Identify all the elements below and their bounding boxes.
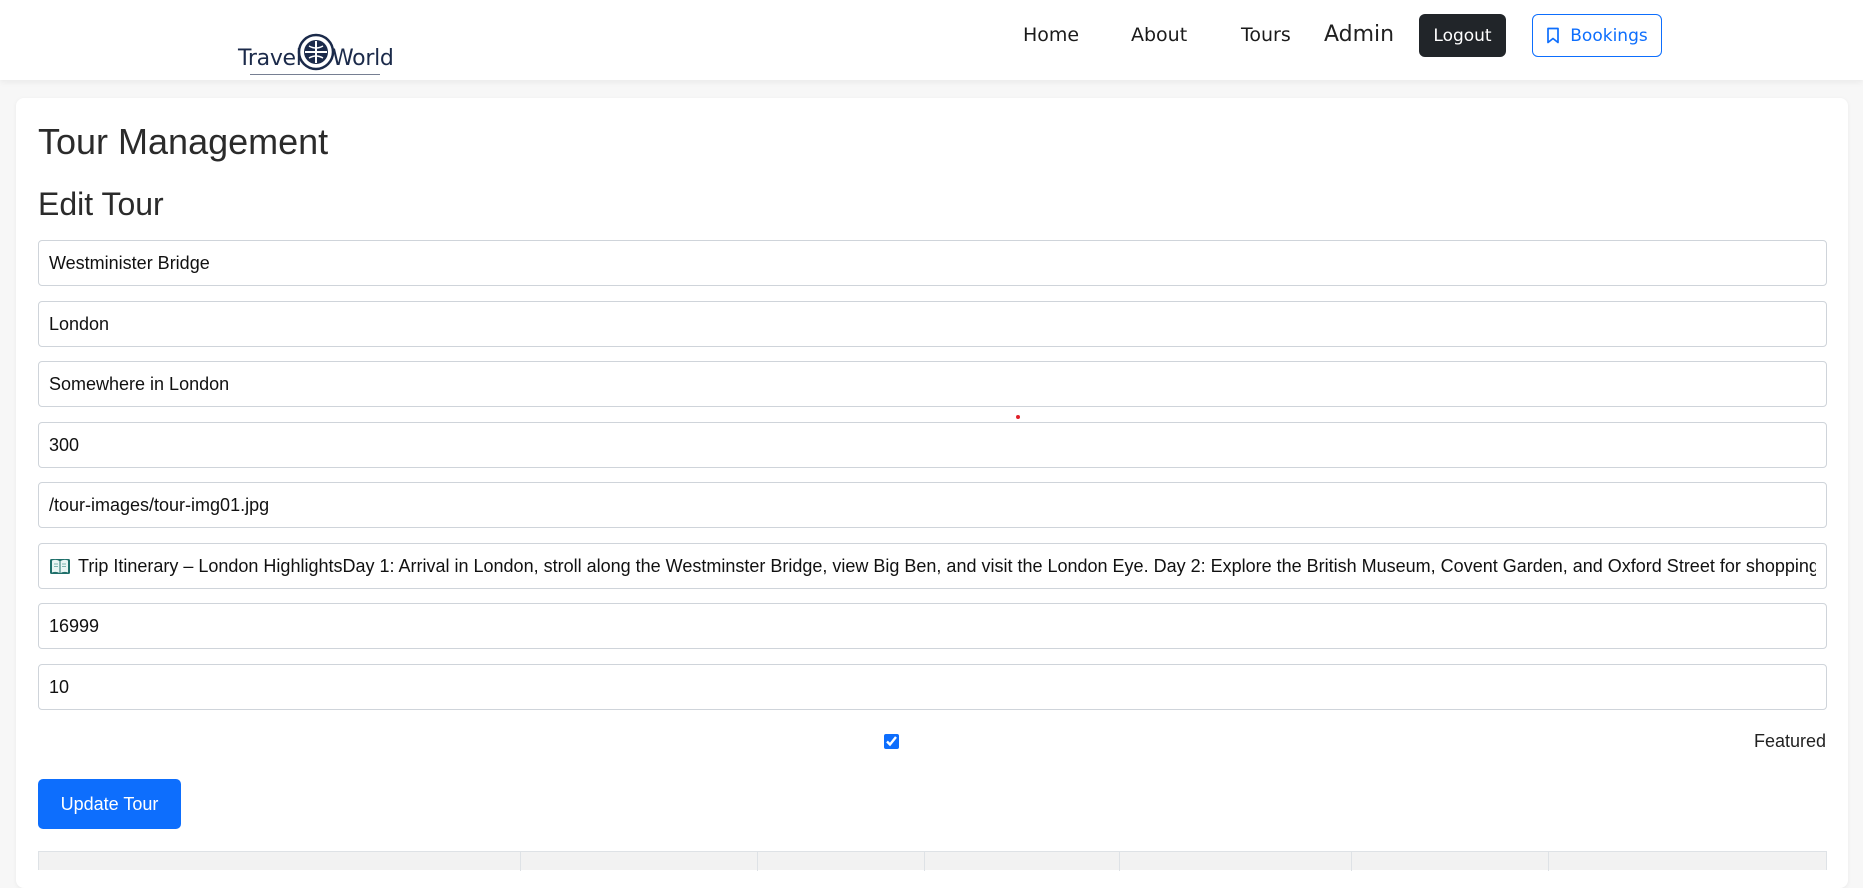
featured-checkbox[interactable] — [884, 734, 899, 749]
bookings-button-label: Bookings — [1570, 25, 1648, 46]
travel-world-logo[interactable]: Travel World — [236, 30, 396, 78]
itinerary-input[interactable]: Trip Itinerary – London HighlightsDay 1:… — [38, 543, 1827, 589]
photo-path-input[interactable] — [38, 482, 1827, 528]
cursor-marker — [1016, 415, 1020, 419]
open-book-icon — [50, 559, 70, 574]
max-group-size-input[interactable] — [38, 664, 1827, 710]
admin-label: Admin — [1324, 22, 1395, 47]
bookings-button[interactable]: Bookings — [1532, 14, 1662, 57]
logo-underline — [250, 74, 380, 75]
featured-label: Featured — [1753, 731, 1826, 751]
top-navbar: Travel World Home About Tours Admin Logo… — [0, 0, 1863, 80]
page-title: Tour Management — [38, 121, 329, 162]
update-tour-button[interactable]: Update Tour — [38, 779, 181, 829]
logo-text-world: World — [332, 46, 394, 71]
tour-title-input[interactable] — [38, 240, 1827, 286]
price-input[interactable] — [38, 603, 1827, 649]
section-title-edit-tour: Edit Tour — [38, 186, 164, 222]
logout-button[interactable]: Logout — [1419, 14, 1506, 57]
nav-about[interactable]: About — [1131, 24, 1187, 46]
table-column-divider — [520, 852, 521, 871]
logo-text-travel: Travel — [238, 46, 302, 71]
city-input[interactable] — [38, 301, 1827, 347]
nav-tours[interactable]: Tours — [1241, 24, 1291, 46]
address-input[interactable] — [38, 361, 1827, 407]
globe-logo-icon — [297, 33, 335, 71]
nav-home[interactable]: Home — [1023, 24, 1079, 46]
distance-input[interactable] — [38, 422, 1827, 468]
tours-table-header — [38, 851, 1827, 871]
table-column-divider — [924, 852, 925, 871]
table-column-divider — [757, 852, 758, 871]
table-column-divider — [1548, 852, 1549, 871]
itinerary-text: Trip Itinerary – London HighlightsDay 1:… — [78, 555, 1816, 576]
table-column-divider — [1119, 852, 1120, 871]
bookmark-icon — [1547, 27, 1560, 44]
table-column-divider — [1351, 852, 1352, 871]
